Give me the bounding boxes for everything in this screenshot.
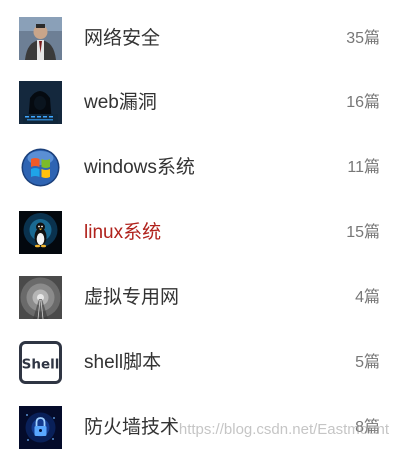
article-count: 35篇 — [346, 30, 380, 47]
hooded-hacker-icon — [19, 81, 62, 124]
category-item-windows[interactable]: windows系统 11篇 — [0, 146, 399, 210]
shell-logo-icon: Shell — [19, 341, 62, 384]
category-list: 网络安全 35篇 web漏洞 16篇 windows系统 11篇 linux系统… — [0, 0, 399, 457]
article-count: 16篇 — [346, 94, 380, 111]
linux-penguin-icon — [19, 211, 62, 254]
category-item-linux[interactable]: linux系统 15篇 — [0, 211, 399, 275]
windows-logo-icon — [19, 146, 62, 189]
category-item-web-vulnerability[interactable]: web漏洞 16篇 — [0, 81, 399, 145]
article-count: 4篇 — [355, 289, 380, 306]
category-title[interactable]: 防火墙技术 — [84, 406, 179, 449]
article-count: 11篇 — [347, 159, 380, 176]
category-title[interactable]: shell脚本 — [84, 341, 161, 384]
lock-icon — [19, 406, 62, 449]
watermark: https://blog.csdn.net/Eastmount — [178, 421, 389, 438]
category-item-vpn[interactable]: 虚拟专用网 4篇 — [0, 276, 399, 340]
svg-text:Shell: Shell — [22, 357, 60, 373]
article-count: 5篇 — [355, 354, 380, 371]
category-title[interactable]: 虚拟专用网 — [84, 276, 179, 319]
category-item-shell[interactable]: Shell shell脚本 5篇 — [0, 341, 399, 405]
category-item-network-security[interactable]: 网络安全 35篇 — [0, 17, 399, 81]
category-title[interactable]: web漏洞 — [84, 81, 157, 124]
category-title[interactable]: windows系统 — [84, 146, 195, 189]
category-title[interactable]: linux系统 — [84, 211, 161, 254]
tunnel-icon — [19, 276, 62, 319]
category-title[interactable]: 网络安全 — [84, 17, 160, 60]
person-portrait-icon — [19, 17, 62, 60]
article-count: 15篇 — [346, 224, 380, 241]
